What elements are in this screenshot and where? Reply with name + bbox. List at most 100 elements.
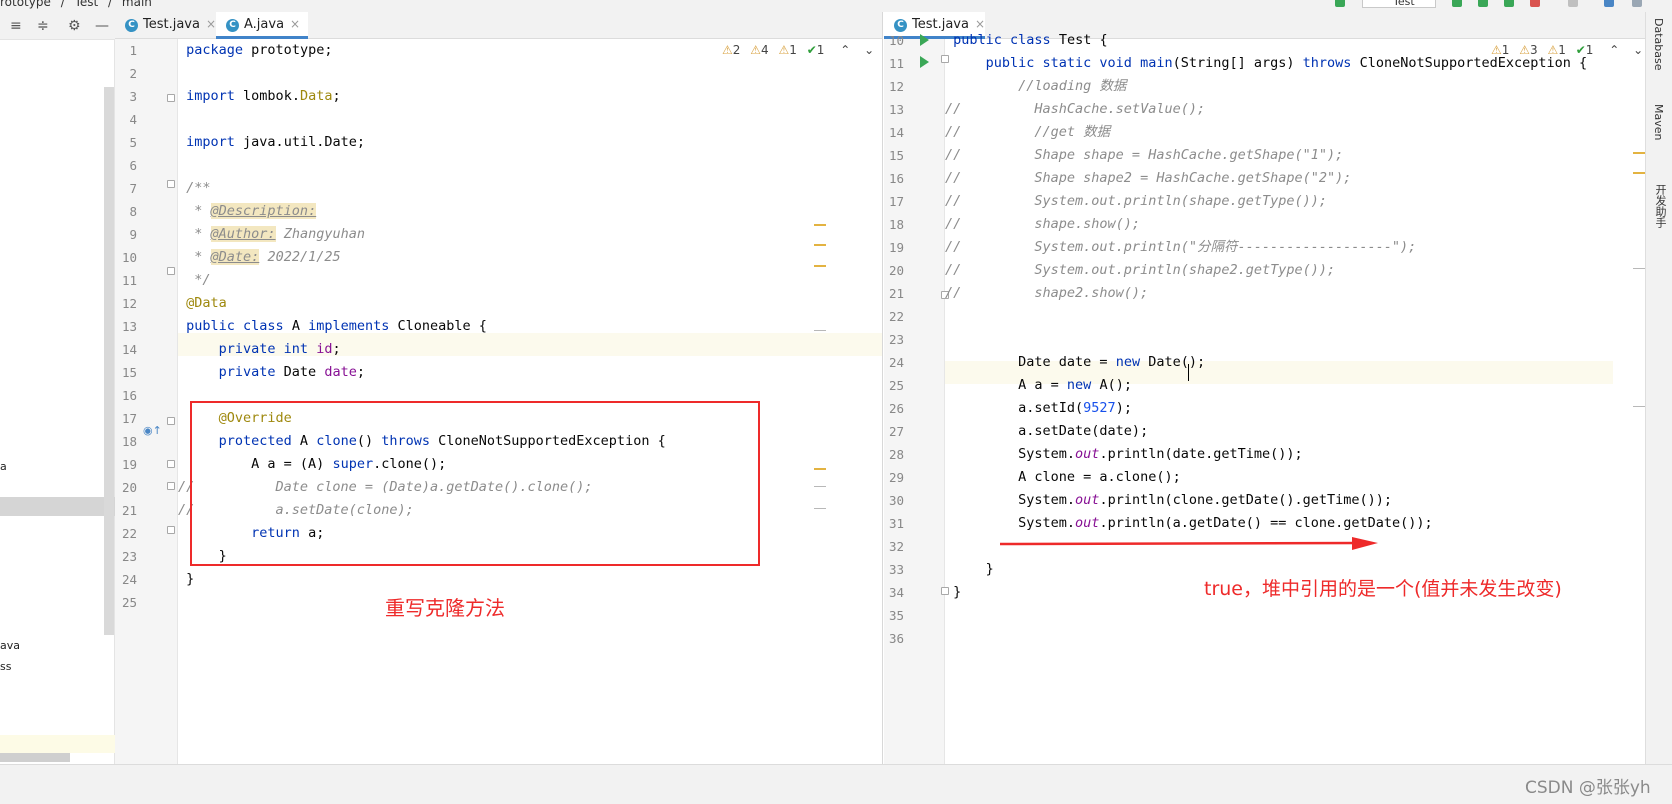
coverage-icon[interactable] [1504,0,1514,7]
project-structure-icon[interactable] [1604,0,1614,7]
line-number: 23 [888,332,904,347]
line-number: 8 [129,204,137,219]
error-stripe-mark[interactable] [814,244,826,246]
annotation-arrow [1000,537,1378,550]
error-stripe-mark[interactable] [814,486,826,487]
weak-warning-count: 1 [789,43,797,57]
line-number: 33 [888,562,904,577]
error-stripe-mark[interactable] [1633,152,1645,154]
line-number: 13 [121,319,137,334]
overrides-icon[interactable]: ◉↑ [143,424,162,437]
chevron-up-icon[interactable]: ⌃ [1609,43,1619,57]
chevron-up-icon[interactable]: ⌃ [840,43,850,57]
weak-warning-icon: ⚠ [778,43,790,57]
back-icon[interactable] [1335,0,1345,7]
line-number: 14 [888,125,904,140]
breadcrumb-package[interactable]: rototype [0,0,51,9]
close-icon[interactable]: × [290,17,300,31]
tree-item[interactable]: ava [0,639,20,652]
right-gutter[interactable]: 10 11 12 13 14 15 16 17 18 19 20 21 22 23 24 25 26 27 28 29… [884,33,945,764]
line-number: 11 [888,56,904,71]
fold-icon[interactable] [167,180,175,188]
error-stripe-mark[interactable] [1633,406,1645,407]
line-number: 30 [888,493,904,508]
error-stripe-mark[interactable] [814,330,826,331]
line-number: 10 [888,33,904,48]
text-cursor [1188,364,1189,381]
chevron-down-icon[interactable]: ⌄ [1633,43,1643,57]
error-stripe-mark[interactable] [814,224,826,226]
check-icon: ✔ [806,43,817,57]
fold-icon[interactable] [167,94,175,102]
tab-test-java[interactable]: C Test.java × [115,12,216,39]
tool-window-dev-helper[interactable]: 开发助手 [1652,184,1668,228]
java-class-icon: C [125,19,138,32]
fold-icon[interactable] [167,526,175,534]
left-editor-tabs: C Test.java × C A.java × [115,12,882,39]
project-scrollbar[interactable] [104,87,114,635]
line-number: 36 [888,631,904,646]
error-stripe-mark[interactable] [1633,268,1645,269]
error-stripe-mark[interactable] [814,468,826,470]
line-number: 10 [121,250,137,265]
tab-a-java[interactable]: C A.java × [216,12,308,39]
warning-icon: ⚠ [722,43,733,57]
collapse-all-icon[interactable]: ≑ [37,18,49,34]
breadcrumb-separator: / [108,0,113,9]
expand-all-icon[interactable]: ≡ [10,18,22,34]
error-stripe-mark[interactable] [814,265,826,267]
close-icon[interactable]: × [206,17,216,31]
run-icon[interactable] [1452,0,1462,7]
run-configuration-select[interactable]: Test [1362,0,1436,8]
line-number: 6 [129,158,137,173]
inspection-widget[interactable]: ⚠2 ⚠4 ⚠1 ✔1 ⌃ ⌄ [722,43,874,57]
run-gutter-icon[interactable] [920,56,929,68]
stop-icon[interactable] [1568,0,1578,7]
line-number: 7 [129,181,137,196]
project-horizontal-scrollbar[interactable] [0,753,70,762]
project-panel: ≡ ≑ ⚙ — a ava ss [0,12,115,764]
line-number: 32 [888,539,904,554]
fold-icon[interactable] [167,417,175,425]
line-number: 24 [888,355,904,370]
line-number: 3 [129,89,137,104]
search-everywhere-icon[interactable] [1632,0,1642,7]
gear-icon[interactable]: ⚙ [68,18,81,34]
error-stripe-mark[interactable] [1633,172,1645,174]
hide-icon[interactable]: — [95,18,109,34]
highlight-box [190,401,760,566]
fold-icon[interactable] [167,482,175,490]
breadcrumb: rototype / Test / main [0,0,158,9]
debug-icon[interactable] [1478,0,1488,7]
line-number: 19 [121,457,137,472]
java-class-icon: C [226,19,239,32]
line-number: 1 [129,43,137,58]
tree-item[interactable]: ss [0,660,11,673]
line-number: 5 [129,135,137,150]
tool-window-maven[interactable]: Maven [1652,104,1665,140]
line-number: 34 [888,585,904,600]
breadcrumb-method[interactable]: main [122,0,152,9]
tab-label: A.java [244,17,285,32]
tree-item[interactable]: a [0,460,7,473]
error-stripe-mark[interactable] [814,508,826,509]
fold-icon[interactable] [167,267,175,275]
profile-icon[interactable] [1530,0,1540,7]
right-code[interactable]: public class Test { public static void m… [945,29,1587,604]
line-number: 9 [129,227,137,242]
breadcrumb-class[interactable]: Test [75,0,99,9]
project-toolbar: ≡ ≑ ⚙ — [0,12,115,40]
line-number: 17 [888,194,904,209]
left-gutter[interactable]: 1 2 3 4 5 6 7 8 9 10 11 12 13 14 15 16 17 18 19 20 21 22 23 24 2… [115,39,178,764]
tool-window-database[interactable]: Database [1652,18,1665,71]
line-number: 26 [888,401,904,416]
ide-window: rototype / Test / main Test ≡ ≑ ⚙ — a av… [0,0,1672,804]
line-number: 12 [888,79,904,94]
chevron-down-icon[interactable]: ⌄ [864,43,874,57]
run-gutter-icon[interactable] [920,34,929,46]
fold-icon[interactable] [167,460,175,468]
line-number: 18 [121,434,137,449]
tree-selected-row[interactable] [0,497,115,516]
line-number: 28 [888,447,904,462]
right-tool-strip: Database Maven 开发助手 [1645,12,1672,764]
